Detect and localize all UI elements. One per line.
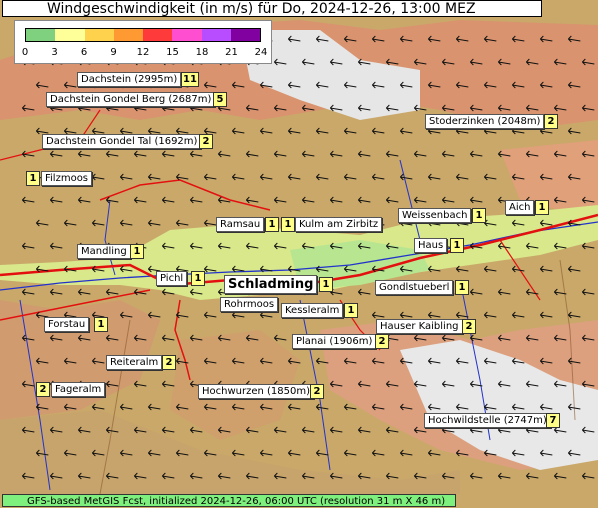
location-label: Rohrmoos bbox=[220, 297, 279, 312]
location-label: Pichl bbox=[156, 271, 188, 286]
legend-color-bar bbox=[25, 28, 261, 42]
wind-value: 1 bbox=[455, 280, 469, 295]
wind-value: 1 bbox=[130, 244, 144, 259]
location-label: Aich bbox=[505, 200, 535, 215]
location-label: Hauser Kaibling bbox=[376, 319, 463, 334]
location-label: Dachstein (2995m) bbox=[77, 72, 182, 87]
wind-value: 1 bbox=[26, 171, 40, 186]
wind-value: 2 bbox=[375, 334, 389, 349]
location-label: Stoderzinken (2048m) bbox=[425, 114, 545, 129]
wind-value: 2 bbox=[462, 319, 476, 334]
location-label: Mandling bbox=[77, 244, 131, 259]
wind-speed-legend: 0 3 6 9 12 15 18 21 24 bbox=[14, 20, 272, 64]
legend-ticks: 0 3 6 9 12 15 18 21 24 bbox=[21, 47, 268, 61]
forecast-footer: GFS-based MetGIS Fcst, initialized 2024-… bbox=[2, 494, 456, 507]
location-label: Filzmoos bbox=[41, 171, 93, 186]
location-label: Hochwurzen (1850m) bbox=[198, 384, 315, 399]
location-label: Fageralm bbox=[51, 382, 106, 397]
wind-value: 1 bbox=[281, 217, 295, 232]
legend-color-segment bbox=[84, 29, 114, 41]
location-label-main: Schladming bbox=[224, 275, 318, 294]
location-label: Dachstein Gondel Berg (2687m) bbox=[46, 92, 216, 107]
legend-color-segment bbox=[230, 29, 260, 41]
legend-tick-label: 15 bbox=[166, 47, 179, 58]
location-label: Planai (1906m) bbox=[292, 334, 377, 349]
wind-value: 2 bbox=[544, 114, 558, 129]
location-label: Kulm am Zirbitz bbox=[295, 217, 383, 232]
wind-value: 2 bbox=[310, 384, 324, 399]
wind-value: 1 bbox=[319, 277, 333, 292]
wind-value: 2 bbox=[162, 355, 176, 370]
legend-color-segment bbox=[113, 29, 143, 41]
location-label: Forstau bbox=[44, 317, 90, 332]
legend-tick-label: 3 bbox=[51, 47, 58, 58]
wind-value: 1 bbox=[535, 200, 549, 215]
wind-value: 2 bbox=[36, 382, 50, 397]
wind-value: 1 bbox=[191, 271, 205, 286]
legend-tick-label: 21 bbox=[225, 47, 238, 58]
wind-value: 1 bbox=[450, 238, 464, 253]
wind-value: 7 bbox=[546, 413, 560, 428]
legend-tick-label: 9 bbox=[110, 47, 117, 58]
location-label: Weissenbach bbox=[398, 208, 472, 223]
location-label: Ramsau bbox=[216, 217, 265, 232]
wind-value: 1 bbox=[265, 217, 279, 232]
location-label: Hochwildstelle (2747m) bbox=[424, 413, 551, 428]
location-label: Dachstein Gondel Tal (1692m) bbox=[42, 134, 202, 149]
location-label: Haus bbox=[414, 238, 448, 253]
legend-tick-label: 12 bbox=[136, 47, 150, 58]
legend-color-segment bbox=[143, 29, 173, 41]
legend-tick-label: 24 bbox=[254, 47, 268, 58]
legend-color-segment bbox=[201, 29, 231, 41]
legend-color-segment bbox=[172, 29, 202, 41]
legend-color-segment bbox=[26, 29, 56, 41]
wind-value: 11 bbox=[181, 72, 199, 87]
location-label: Kessleralm bbox=[281, 303, 344, 318]
location-label: Reiteralm bbox=[106, 355, 163, 370]
wind-value: 1 bbox=[472, 208, 486, 223]
map-title: Windgeschwindigkeit (in m/s) für Do, 202… bbox=[2, 0, 542, 17]
wind-value: 2 bbox=[199, 134, 213, 149]
wind-value: 1 bbox=[94, 317, 108, 332]
legend-tick-label: 6 bbox=[80, 47, 88, 58]
location-label: Gondlstueberl bbox=[375, 280, 454, 295]
wind-value: 5 bbox=[213, 92, 227, 107]
wind-value: 1 bbox=[344, 303, 358, 318]
legend-tick-label: 0 bbox=[21, 47, 29, 58]
legend-tick-label: 18 bbox=[195, 47, 209, 58]
legend-color-segment bbox=[55, 29, 85, 41]
